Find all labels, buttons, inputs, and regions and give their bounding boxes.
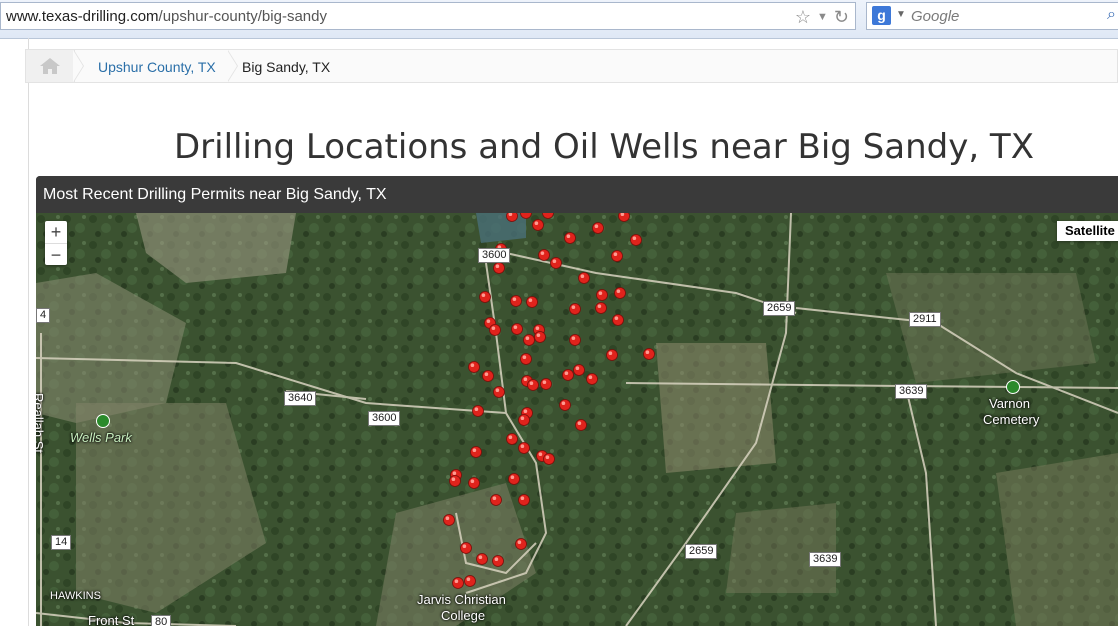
- place-label: Wells Park: [70, 430, 132, 445]
- panel-heading: Most Recent Drilling Permits near Big Sa…: [36, 176, 1118, 213]
- map-type-satellite-button[interactable]: Satellite: [1057, 221, 1118, 241]
- road-shield: 80: [151, 615, 172, 626]
- dropdown-arrow-icon[interactable]: ▼: [817, 11, 828, 23]
- satellite-map[interactable]: + − Satellite 3600 2659 2911 3639 3640 3…: [36, 213, 1118, 626]
- road-shield: 2911: [909, 312, 941, 327]
- road-shield: 4: [36, 308, 51, 323]
- road-shield: 3600: [368, 411, 401, 426]
- cemetery-icon: [1006, 380, 1020, 394]
- road-shield: 3639: [895, 384, 928, 399]
- search-placeholder: Google: [911, 8, 960, 25]
- place-label: Front St: [88, 613, 135, 626]
- road-shield: 2659: [685, 544, 718, 559]
- road-shield: 2659: [763, 301, 796, 316]
- search-engine-dropdown-icon[interactable]: ▼: [896, 9, 906, 20]
- breadcrumb-county-link[interactable]: Upshur County, TX: [98, 59, 216, 75]
- google-icon[interactable]: g: [872, 6, 891, 25]
- place-label: Cemetery: [983, 412, 1040, 427]
- place-label: HAWKINS: [50, 590, 101, 602]
- star-icon[interactable]: ☆: [795, 7, 811, 28]
- search-bar[interactable]: g ▼ Google ⌕: [866, 2, 1118, 30]
- page-title: Drilling Locations and Oil Wells near Bi…: [174, 126, 1034, 167]
- place-label: College: [441, 608, 486, 623]
- breadcrumb-home[interactable]: [26, 50, 75, 82]
- road-shield: 3639: [809, 552, 842, 567]
- road-shield: 14: [51, 535, 72, 550]
- road-shield: 3640: [284, 391, 317, 406]
- breadcrumb-current: Big Sandy, TX: [242, 59, 331, 75]
- park-icon: [96, 414, 110, 428]
- map-imagery: [36, 213, 1118, 626]
- home-icon: [40, 58, 60, 74]
- address-bar[interactable]: www.texas-drilling.com/upshur-county/big…: [0, 2, 856, 30]
- zoom-control: + −: [45, 221, 67, 265]
- place-label: Jarvis Christian: [417, 592, 506, 607]
- place-label: Reallah St: [36, 393, 46, 453]
- place-label: Varnon: [989, 396, 1030, 411]
- breadcrumb-separator: [73, 50, 84, 82]
- url-text: www.texas-drilling.com/upshur-county/big…: [6, 8, 327, 25]
- road-shield: 3600: [478, 248, 511, 263]
- reload-icon[interactable]: ↻: [834, 7, 849, 28]
- zoom-in-button[interactable]: +: [45, 221, 67, 244]
- breadcrumb-separator: [227, 50, 238, 82]
- drilling-permits-panel: Most Recent Drilling Permits near Big Sa…: [36, 176, 1118, 626]
- breadcrumb: Upshur County, TX Big Sandy, TX: [25, 49, 1118, 83]
- search-icon[interactable]: ⌕: [1107, 6, 1116, 24]
- address-bar-icons: ☆ ▼ ↻: [795, 6, 849, 28]
- zoom-out-button[interactable]: −: [45, 244, 67, 266]
- browser-toolbar: www.texas-drilling.com/upshur-county/big…: [0, 0, 1118, 39]
